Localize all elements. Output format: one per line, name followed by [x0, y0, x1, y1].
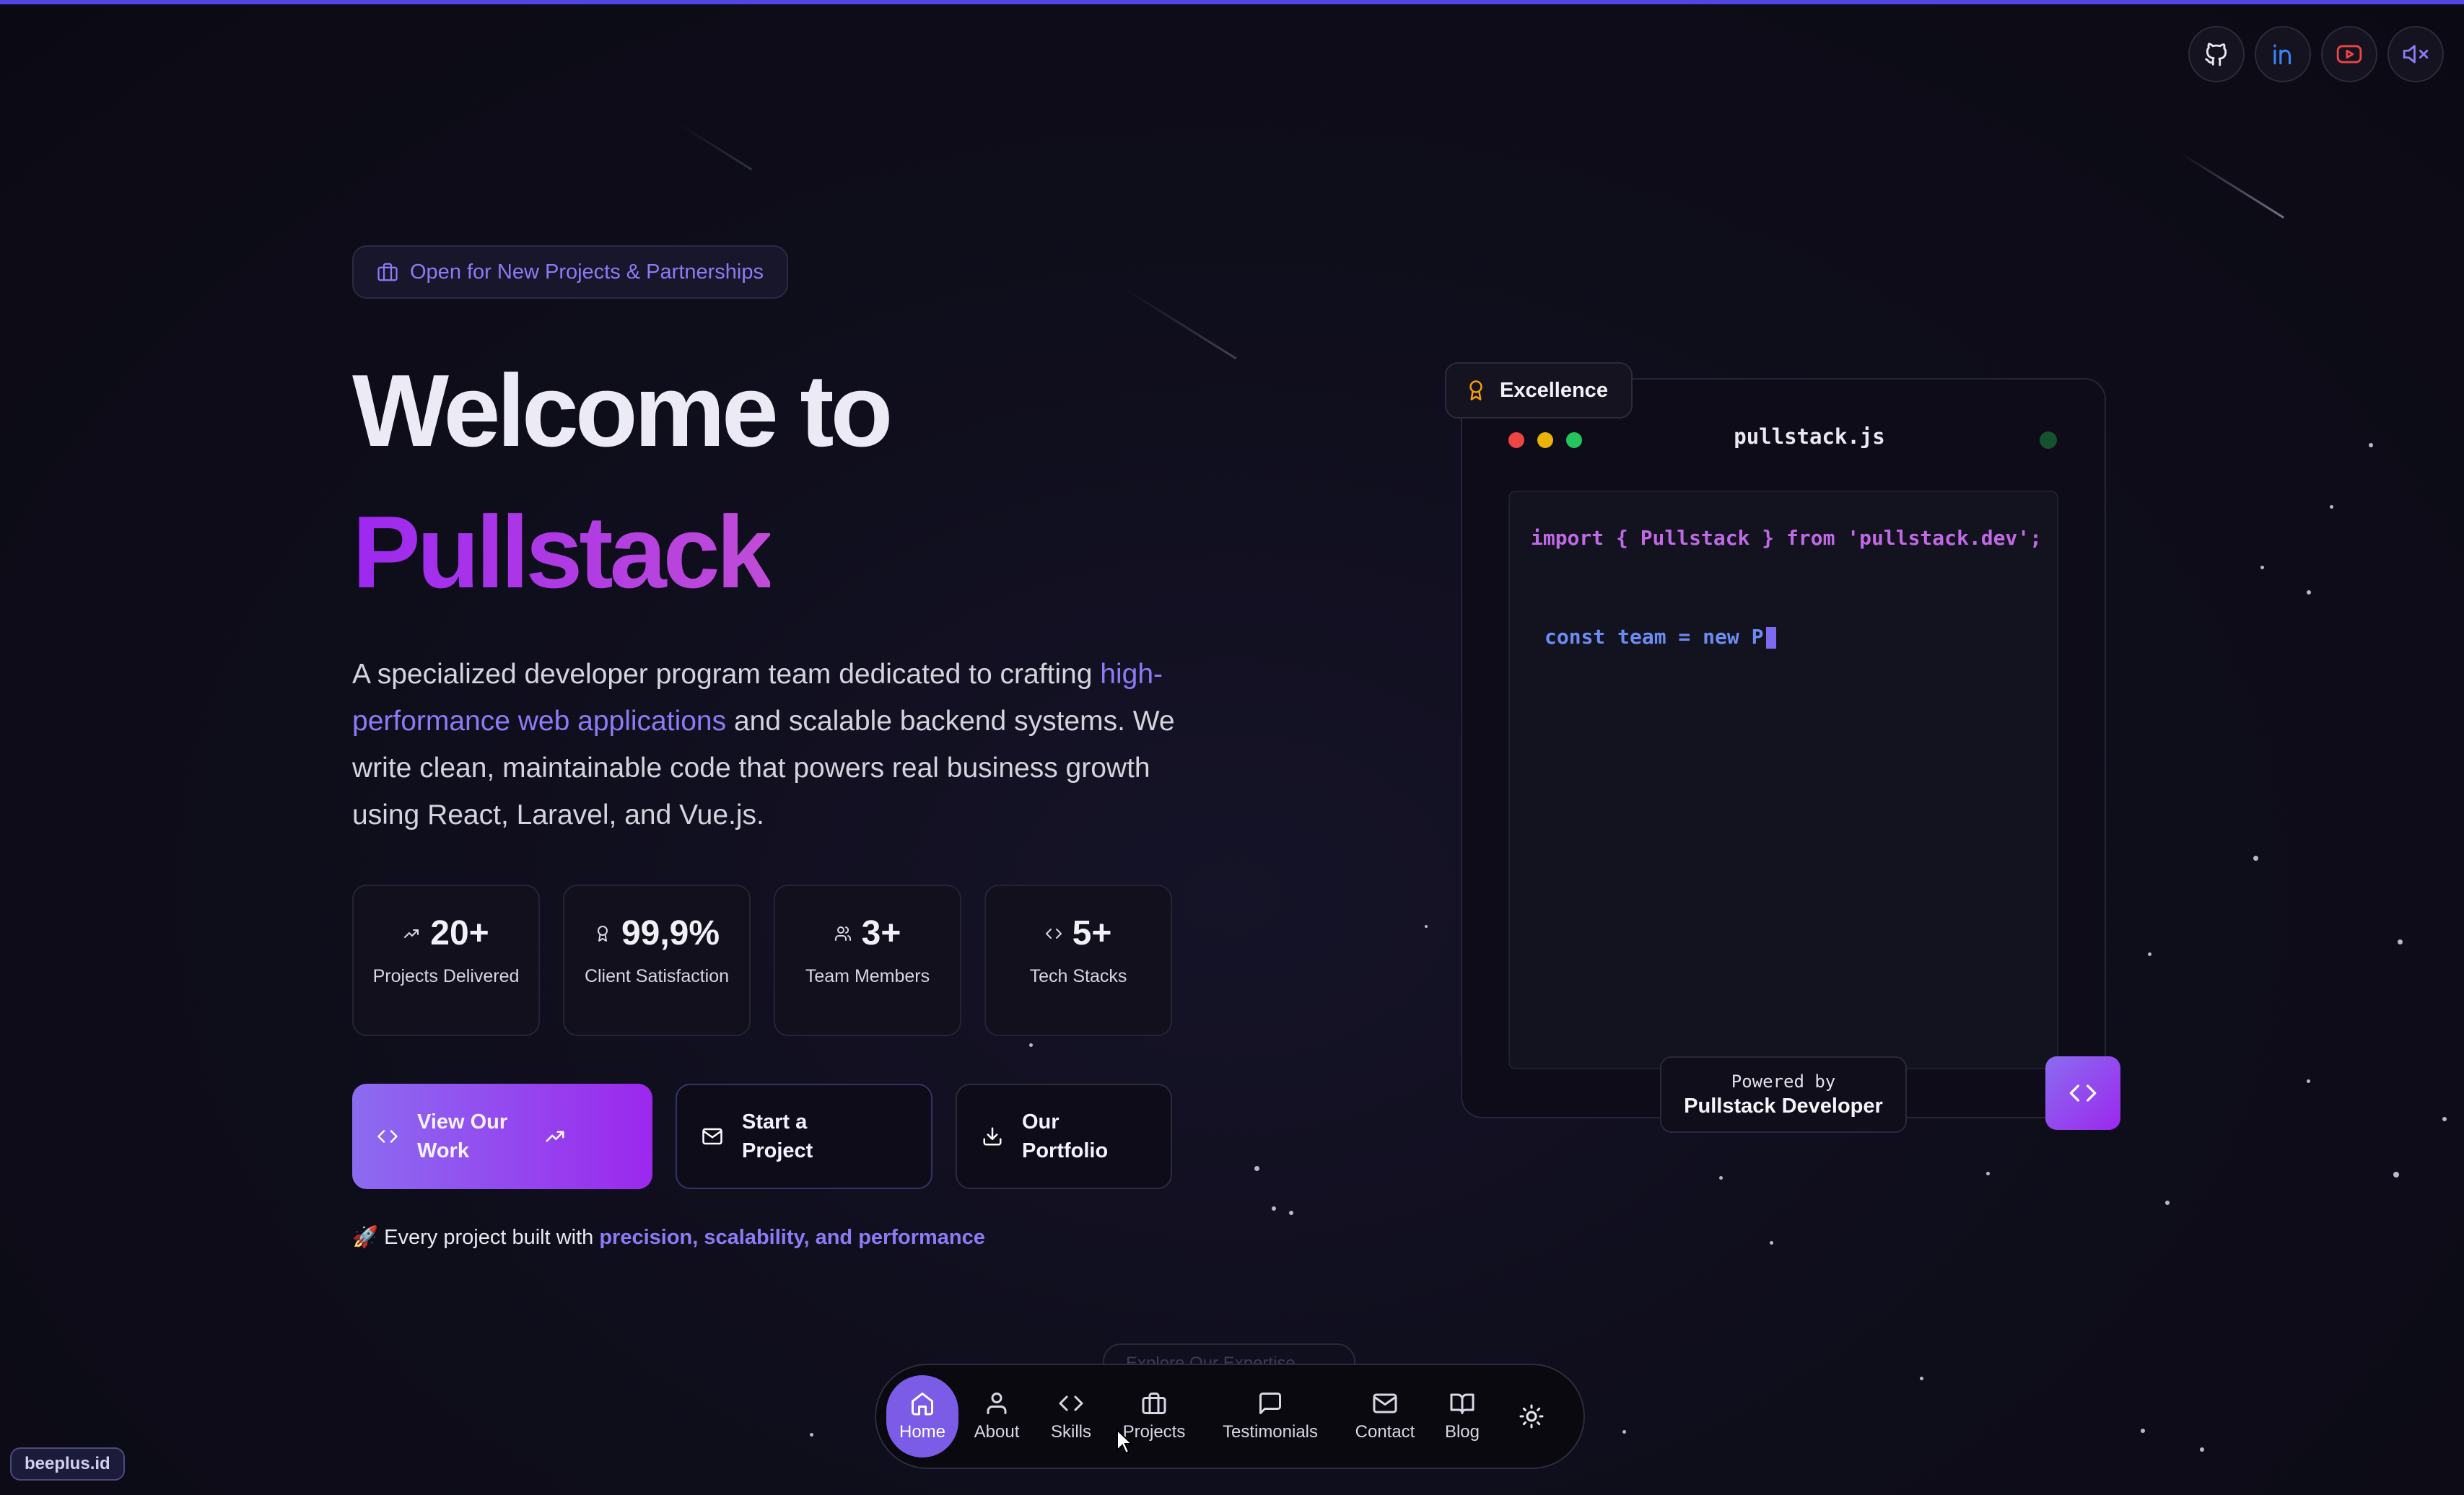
code-filename: pullstack.js	[1734, 424, 1885, 449]
availability-badge-label: Open for New Projects & Partnerships	[410, 260, 764, 284]
stat-value: 99,9%	[621, 914, 720, 952]
hero-description: A specialized developer program team ded…	[352, 651, 1189, 838]
linkedin-button[interactable]	[2255, 26, 2311, 82]
nav-label: Testimonials	[1222, 1422, 1319, 1442]
code-icon	[1059, 1395, 1083, 1411]
user-icon	[987, 1393, 1007, 1414]
stat-label: Tech Stacks	[1029, 966, 1127, 986]
trending-up-icon	[404, 929, 419, 938]
book-icon	[1450, 1393, 1475, 1414]
github-icon	[2205, 43, 2227, 66]
excellence-label: Excellence	[1500, 378, 1608, 402]
window-close-dot[interactable]	[1508, 432, 1524, 448]
social-links	[2188, 26, 2444, 82]
shooting-star	[678, 123, 753, 171]
code-icon	[377, 1130, 398, 1143]
powered-by-name: Pullstack Developer	[1684, 1094, 1883, 1118]
stat-card-stacks: 5+ Tech Stacks	[984, 885, 1172, 1036]
code-editor	[1508, 491, 2058, 1069]
powered-by-label: Powered by	[1731, 1071, 1836, 1092]
code-import-line: import { Pullstack } from 'pullstack.dev…	[1530, 526, 2042, 550]
nav-label: Skills	[1050, 1422, 1091, 1442]
our-portfolio-label: Our Portfolio	[1022, 1110, 1109, 1162]
status-dot	[2040, 431, 2057, 449]
nav-label: Contact	[1355, 1422, 1415, 1442]
stat-value: 20+	[430, 914, 489, 952]
desc-text-1: A specialized developer program team ded…	[352, 659, 1093, 690]
mute-button[interactable]	[2387, 26, 2444, 82]
start-project-button[interactable]: Start a Project	[676, 1084, 932, 1189]
nav-item-testimonials[interactable]: Testimonials	[1201, 1375, 1340, 1457]
availability-badge: Open for New Projects & Partnerships	[352, 245, 788, 299]
briefcase-icon	[377, 263, 398, 281]
code-toggle-button[interactable]	[2045, 1056, 2120, 1130]
linkedin-icon	[2273, 44, 2292, 65]
top-accent-bar	[0, 0, 2464, 4]
nav-item-contact[interactable]: Contact	[1340, 1375, 1430, 1457]
stat-label: Projects Delivered	[372, 966, 520, 986]
stat-card-team: 3+ Team Members	[774, 885, 961, 1036]
view-our-work-button[interactable]: View Our Work	[352, 1084, 652, 1189]
stat-label: Client Satisfaction	[584, 966, 730, 986]
code-typing-text: const team = new P	[1545, 625, 1764, 649]
start-project-label: Start a Project	[742, 1110, 813, 1162]
powered-by-card: Powered by Pullstack Developer	[1660, 1056, 1907, 1133]
home-icon	[912, 1393, 933, 1416]
window-maximize-dot[interactable]	[1566, 432, 1582, 448]
github-button[interactable]	[2188, 26, 2245, 82]
trending-up-icon	[546, 1131, 564, 1142]
shooting-star	[1125, 289, 1237, 360]
stat-card-satisfaction: 99,9% Client Satisfaction	[563, 885, 751, 1036]
nav-item-about[interactable]: About	[958, 1375, 1035, 1457]
nav-label: Home	[899, 1422, 946, 1442]
nav-item-skills[interactable]: Skills	[1035, 1375, 1107, 1457]
text-cursor	[1766, 627, 1777, 649]
hero-title-line1: Welcome to	[352, 354, 893, 468]
sun-icon	[1519, 1404, 1544, 1429]
nav-item-blog[interactable]: Blog	[1430, 1375, 1494, 1457]
nav-label: About	[974, 1422, 1020, 1442]
code-icon	[1045, 928, 1062, 939]
tagline-prefix: 🚀 Every project built with	[352, 1226, 594, 1249]
stat-card-projects: 20+ Projects Delivered	[352, 885, 540, 1036]
mail-icon	[702, 1128, 722, 1145]
our-portfolio-button[interactable]: Our Portfolio	[956, 1084, 1172, 1189]
users-icon	[834, 926, 851, 941]
message-icon	[1259, 1393, 1281, 1414]
briefcase-icon	[1142, 1393, 1166, 1414]
code-typing-line: const team = new P	[1545, 625, 1777, 649]
stat-value: 3+	[861, 914, 901, 952]
theme-toggle-button[interactable]	[1494, 1375, 1569, 1457]
view-our-work-label: View Our Work	[417, 1110, 508, 1162]
download-icon	[983, 1127, 1002, 1146]
mute-icon	[2403, 45, 2429, 63]
nav-item-home[interactable]: Home	[886, 1375, 958, 1457]
cta-buttons: View Our Work Start a Project Our Portfo…	[352, 1084, 1172, 1189]
shooting-star	[2179, 152, 2284, 219]
code-icon	[2069, 1084, 2097, 1102]
tagline-highlight: precision, scalability, and performance	[599, 1226, 985, 1249]
youtube-button[interactable]	[2321, 26, 2377, 82]
bottom-nav: Home About Skills Projects Testimonials …	[875, 1364, 1585, 1469]
youtube-icon	[2336, 45, 2362, 63]
watermark-badge[interactable]: beeplus.id	[10, 1447, 125, 1481]
hero-title-brand: Pullstack	[352, 494, 774, 612]
award-icon	[597, 925, 608, 942]
mouse-cursor-icon	[1117, 1429, 1133, 1455]
tagline: 🚀 Every project built with precision, sc…	[352, 1225, 985, 1250]
excellence-badge: Excellence	[1445, 362, 1633, 418]
award-icon	[1469, 380, 1482, 400]
stats-row: 20+ Projects Delivered 99,9% Client Sati…	[352, 885, 1172, 1036]
nav-label: Blog	[1444, 1422, 1480, 1442]
stat-label: Team Members	[805, 966, 930, 986]
mail-icon	[1373, 1393, 1397, 1413]
stat-value: 5+	[1072, 914, 1112, 952]
window-minimize-dot[interactable]	[1537, 432, 1553, 448]
